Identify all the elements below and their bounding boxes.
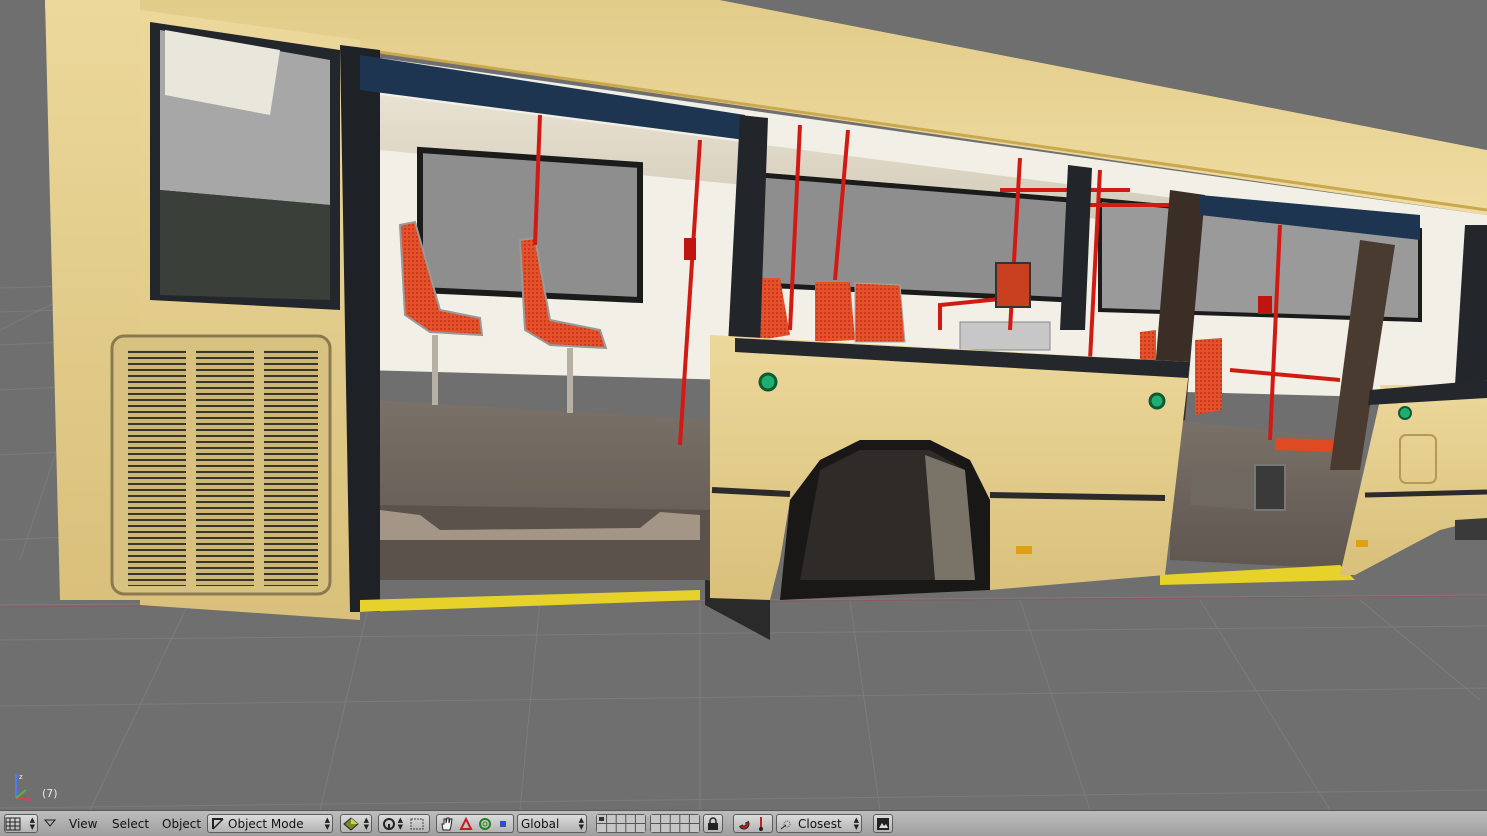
3d-scene [0, 0, 1487, 810]
up-down-arrows-icon: ▲ ▼ [29, 816, 35, 831]
up-down-arrows-icon: ▲ ▼ [363, 816, 369, 831]
hand-icon[interactable] [439, 816, 455, 832]
lock-camera-layers-button[interactable] [703, 814, 723, 833]
translate-icon[interactable] [459, 816, 473, 831]
axis-gizmo-icon: z [15, 773, 33, 801]
editor-type-menu[interactable]: ▲ ▼ [4, 814, 38, 833]
orientation-label: Global [521, 816, 560, 831]
menu-object[interactable]: Object [162, 816, 201, 832]
frame-indicator: (7) [42, 787, 58, 800]
ticket-validator [995, 262, 1031, 308]
mode-dropdown[interactable]: Object Mode ▲ ▼ [207, 814, 333, 833]
render-icon [877, 817, 889, 830]
magnet-icon[interactable] [736, 816, 752, 832]
mode-label: Object Mode [228, 816, 304, 831]
snap-toggle-group [733, 814, 773, 833]
rotate-icon[interactable] [478, 817, 492, 831]
menu-select[interactable]: Select [112, 816, 149, 832]
layer-grid-icon [651, 815, 699, 832]
transform-orientation-dropdown[interactable]: Global ▲ ▼ [517, 814, 587, 833]
up-down-arrows-icon: ▲ ▼ [324, 816, 330, 831]
ticket-machine [1254, 464, 1286, 511]
pivot-point-dropdown[interactable]: ▲ ▼ [378, 814, 430, 833]
manipulator-toolbar [436, 814, 514, 833]
up-down-arrows-icon: ▲ ▼ [578, 816, 584, 831]
viewport-shading-dropdown[interactable]: ▲ ▼ [340, 814, 372, 833]
layer-buttons-group-2[interactable] [650, 814, 700, 833]
layer-buttons-group-1[interactable] [596, 814, 646, 833]
menu-view[interactable]: View [69, 816, 97, 832]
up-down-arrows-icon: ▲ ▼ [853, 816, 859, 831]
object-mode-icon [212, 817, 224, 830]
scale-icon[interactable] [497, 818, 509, 830]
3d-viewport[interactable]: z (7) [0, 0, 1487, 810]
triangle-down-icon [43, 819, 57, 827]
collapse-menus-button[interactable] [43, 816, 57, 835]
3d-view-header: ▲ ▼ View Select Object Object Mode ▲ ▼ ▲ ▼ … [0, 810, 1487, 836]
opengl-render-button[interactable] [873, 814, 893, 833]
layer-grid-icon [597, 815, 645, 832]
grid-icon [5, 817, 21, 830]
up-down-arrows-icon: ▲ ▼ [397, 816, 403, 831]
snap-target-label: Closest [798, 816, 842, 831]
snap-target-dropdown[interactable]: Closest ▲ ▼ [776, 814, 862, 833]
snap-target-icon [780, 820, 791, 829]
shading-sphere-icon [343, 816, 359, 831]
svg-text:z: z [19, 773, 23, 781]
pivot-only-locations-icon[interactable] [410, 818, 424, 830]
lock-icon [708, 816, 718, 830]
snap-element-icon[interactable] [756, 816, 766, 832]
pivot-icon [383, 817, 395, 830]
